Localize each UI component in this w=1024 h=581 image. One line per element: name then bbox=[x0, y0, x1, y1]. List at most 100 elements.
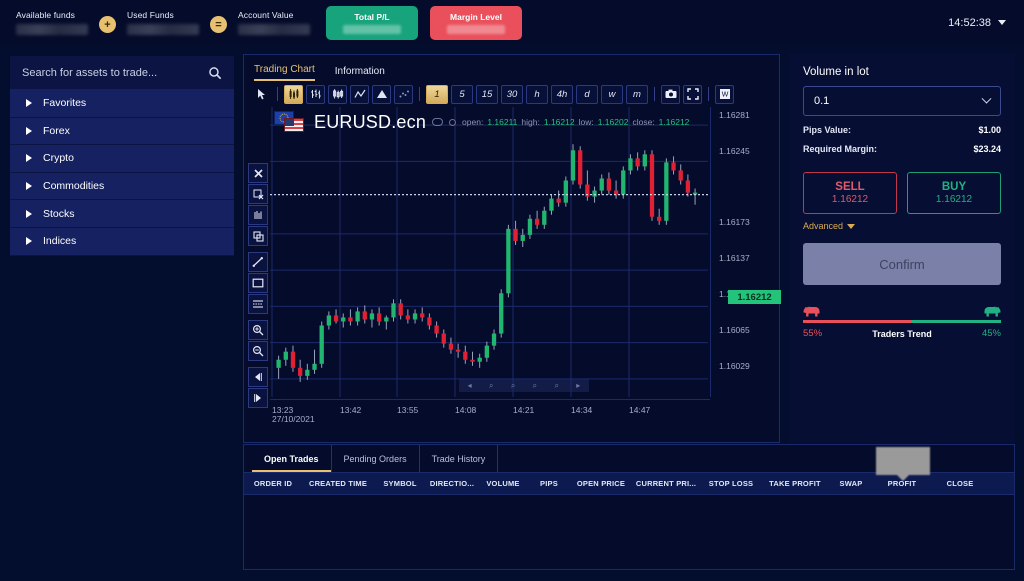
dot-chart-icon[interactable] bbox=[394, 84, 413, 104]
sidebar-item-favorites[interactable]: Favorites bbox=[10, 90, 234, 118]
open-value: 1.16211 bbox=[487, 117, 518, 127]
fullscreen-icon[interactable] bbox=[683, 84, 702, 104]
sidebar-item-crypto[interactable]: Crypto bbox=[10, 145, 234, 173]
trend-icons bbox=[803, 303, 1001, 317]
column-header[interactable]: DIRECTIO... bbox=[426, 479, 478, 488]
low-label: low: bbox=[578, 117, 594, 127]
symbol-header: EURUSD.ecn open: 1.16211 high: 1.16212 l… bbox=[274, 111, 689, 133]
chevron-down-icon[interactable] bbox=[998, 20, 1006, 25]
column-header[interactable]: SYMBOL bbox=[374, 479, 426, 488]
visibility-icon[interactable] bbox=[432, 118, 444, 126]
timeframe-m[interactable]: m bbox=[626, 84, 648, 104]
close-icon[interactable] bbox=[248, 163, 268, 183]
timeframe-4h[interactable]: 4h bbox=[551, 84, 573, 104]
bar-chart-icon[interactable] bbox=[306, 84, 325, 104]
nav-right-icon[interactable]: ▸ bbox=[576, 381, 580, 390]
camera-icon[interactable] bbox=[661, 84, 680, 104]
candlestick-plot[interactable] bbox=[270, 107, 708, 397]
confirm-button[interactable]: Confirm bbox=[803, 243, 1001, 285]
column-header[interactable]: SWAP bbox=[828, 479, 874, 488]
watermark-icon[interactable]: W bbox=[715, 84, 734, 104]
timeframe-d[interactable]: d bbox=[576, 84, 598, 104]
tab-pending-orders[interactable]: Pending Orders bbox=[332, 445, 420, 472]
category-label: Forex bbox=[43, 124, 70, 137]
sidebar-item-commodities[interactable]: Commodities bbox=[10, 172, 234, 201]
scroll-right-icon[interactable] bbox=[248, 388, 268, 408]
y-tick: 1.16281 bbox=[719, 110, 750, 120]
tab-open-trades[interactable]: Open Trades bbox=[252, 445, 332, 472]
hollow-candle-icon[interactable] bbox=[328, 84, 347, 104]
remove-drawing-icon[interactable] bbox=[248, 184, 268, 204]
copy-icon[interactable] bbox=[248, 226, 268, 246]
tab-trading-chart[interactable]: Trading Chart bbox=[254, 64, 315, 81]
area-chart-icon[interactable] bbox=[372, 84, 391, 104]
clock-time: 14:52:38 bbox=[948, 16, 991, 29]
buy-button[interactable]: BUY 1.16212 bbox=[907, 172, 1001, 214]
column-header[interactable]: OPEN PRICE bbox=[570, 479, 632, 488]
clock[interactable]: 14:52:38 bbox=[948, 17, 1012, 29]
settings-dot-icon[interactable] bbox=[449, 118, 457, 126]
column-header[interactable]: CURRENT PRI... bbox=[632, 479, 700, 488]
timeframe-30[interactable]: 30 bbox=[501, 84, 523, 104]
sidebar-item-stocks[interactable]: Stocks bbox=[10, 200, 234, 228]
y-tick: 1.16173 bbox=[719, 217, 750, 227]
line-chart-icon[interactable] bbox=[350, 84, 369, 104]
time-axis: 13:23 27/10/2021 13:42 13:55 14:08 14:21… bbox=[270, 399, 710, 439]
nav-zoom-in-icon[interactable]: ⌕ bbox=[489, 381, 493, 391]
high-label: high: bbox=[521, 117, 540, 127]
pips-value-label: Pips Value: bbox=[803, 125, 852, 135]
sell-button[interactable]: SELL 1.16212 bbox=[803, 172, 897, 214]
trade-panel: Volume in lot 0.1 Pips Value: $1.00 Requ… bbox=[789, 54, 1015, 443]
chevron-right-icon bbox=[26, 126, 32, 135]
x-tick: 13:55 bbox=[397, 405, 419, 415]
volume-select[interactable]: 0.1 bbox=[803, 86, 1001, 116]
advanced-toggle[interactable]: Advanced bbox=[803, 221, 1001, 231]
trend-values: 55% Traders Trend 45% bbox=[803, 328, 1001, 339]
column-header[interactable]: VOLUME bbox=[478, 479, 528, 488]
margin-level-badge[interactable]: Margin Level bbox=[430, 5, 522, 40]
nav-reset-icon[interactable]: ⌕ bbox=[533, 381, 537, 391]
tab-information[interactable]: Information bbox=[335, 66, 385, 81]
column-header[interactable]: PIPS bbox=[528, 479, 570, 488]
timeframe-w[interactable]: w bbox=[601, 84, 623, 104]
x-tick: 14:08 bbox=[455, 405, 477, 415]
timeframe-h[interactable]: h bbox=[526, 84, 548, 104]
search-input[interactable] bbox=[22, 66, 208, 79]
volume-label: Volume in lot bbox=[803, 66, 869, 78]
nav-zoom-out-icon[interactable]: ⌕ bbox=[511, 381, 515, 391]
column-header[interactable]: CLOSE bbox=[930, 479, 990, 488]
horizontal-lines-icon[interactable] bbox=[248, 294, 268, 314]
nav-left-icon[interactable]: ◂ bbox=[468, 381, 472, 390]
column-header[interactable]: STOP LOSS bbox=[700, 479, 762, 488]
search-row bbox=[10, 56, 234, 90]
scroll-left-icon[interactable] bbox=[248, 367, 268, 387]
equals-icon: = bbox=[210, 16, 227, 33]
zoom-out-icon[interactable] bbox=[248, 341, 268, 361]
total-pl-value bbox=[343, 24, 401, 34]
candlestick-chart-icon[interactable] bbox=[284, 84, 303, 104]
sidebar-item-forex[interactable]: Forex bbox=[10, 117, 234, 146]
nav-fit-icon[interactable]: ⌕ bbox=[554, 381, 558, 391]
trend-bar-sell bbox=[803, 320, 912, 323]
column-header[interactable]: ORDER ID bbox=[244, 479, 302, 488]
rectangle-icon[interactable] bbox=[248, 273, 268, 293]
total-pl-badge[interactable]: Total P/L bbox=[326, 5, 418, 40]
open-label: open: bbox=[462, 117, 484, 127]
sell-label: SELL bbox=[835, 181, 865, 193]
zoom-in-icon[interactable] bbox=[248, 320, 268, 340]
toolbar-divider bbox=[419, 87, 420, 101]
trend-line-icon[interactable] bbox=[248, 252, 268, 272]
timeframe-5[interactable]: 5 bbox=[451, 84, 473, 104]
column-header[interactable]: CREATED TIME bbox=[302, 479, 374, 488]
timeframe-1[interactable]: 1 bbox=[426, 84, 448, 104]
sidebar-item-indices[interactable]: Indices bbox=[10, 227, 234, 256]
tab-trade-history[interactable]: Trade History bbox=[420, 445, 499, 472]
magnet-icon[interactable] bbox=[248, 205, 268, 225]
column-header[interactable]: TAKE PROFIT bbox=[762, 479, 828, 488]
timeframe-15[interactable]: 15 bbox=[476, 84, 498, 104]
cursor-icon[interactable] bbox=[252, 85, 271, 104]
price-axis: 1.16281 1.16245 1.16173 1.16137 1.16101 … bbox=[710, 107, 781, 397]
order-buttons: SELL 1.16212 BUY 1.16212 bbox=[803, 172, 1001, 214]
chart-area[interactable]: EURUSD.ecn open: 1.16211 high: 1.16212 l… bbox=[244, 107, 781, 442]
search-icon[interactable] bbox=[208, 66, 222, 80]
